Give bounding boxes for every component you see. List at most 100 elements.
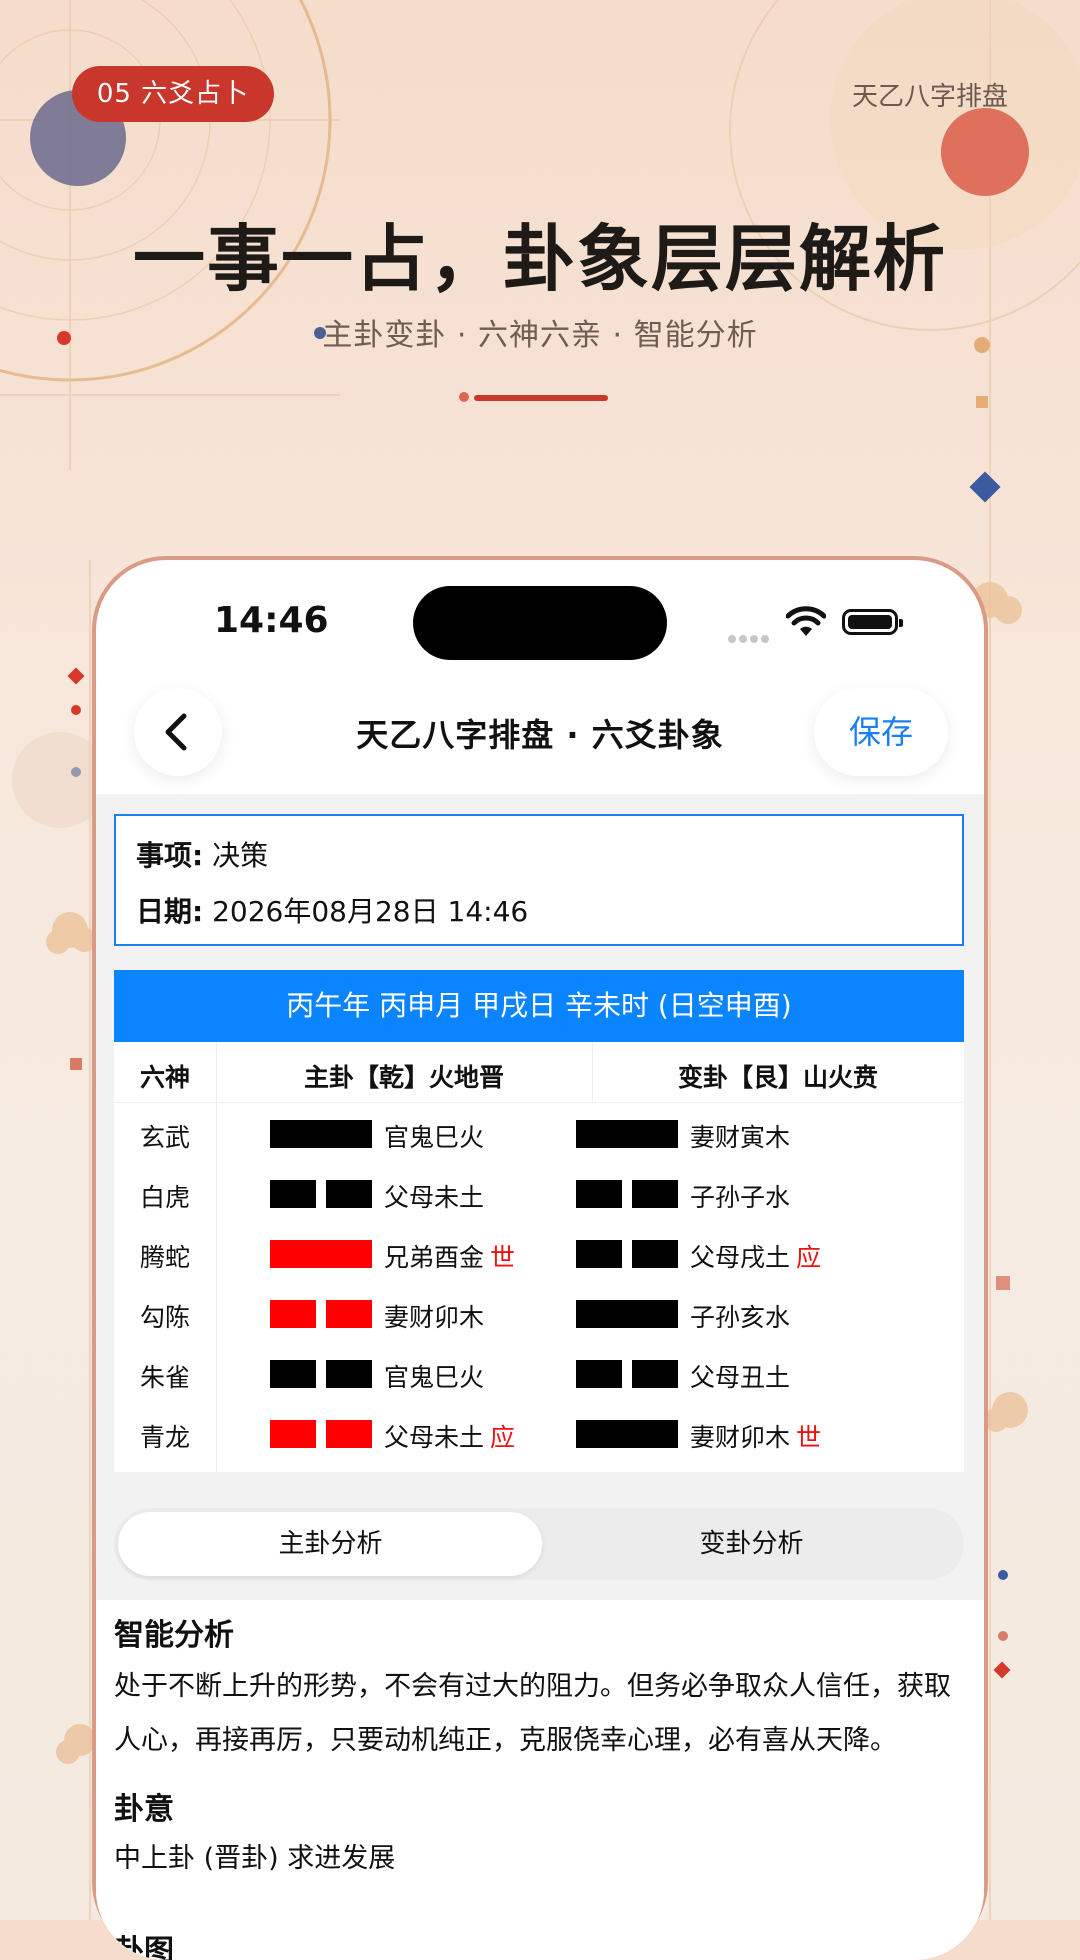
yin-line-segment [270, 1300, 316, 1328]
change-hexagram-liuqin: 妻财寅木 [690, 1123, 791, 1152]
subject-label: 事项: [136, 839, 204, 872]
table-row: 朱雀 官鬼巳火 父母丑土 [114, 1344, 964, 1404]
analysis-content: 智能分析 处于不断上升的形势，不会有过大的阻力。但务必争取众人信任，获取人心，再… [96, 1600, 984, 1960]
change-hexagram-line-label: 父母戌土应 [690, 1238, 821, 1274]
liushen-cell: 青龙 [139, 1423, 190, 1452]
subject-value: 决策 [212, 839, 269, 872]
main-hexagram-line-label: 官鬼巳火 [384, 1358, 484, 1394]
section-tag: 05 六爻占卜 [72, 66, 274, 122]
header-liushen: 六神 [139, 1063, 190, 1092]
change-hexagram-line-label: 妻财寅木 [690, 1118, 790, 1154]
yin-line-segment [326, 1300, 372, 1328]
main-hexagram-liuqin: 妻财卯木 [384, 1303, 485, 1332]
poster-subline: 主卦变卦 · 六神六亲 · 智能分析 [322, 318, 758, 353]
change-hexagram-liuqin: 父母丑土 [690, 1363, 791, 1392]
liushen-cell: 白虎 [139, 1183, 190, 1212]
main-hexagram-liuqin: 兄弟酉金 [384, 1243, 485, 1272]
change-hexagram-liuqin: 父母戌土 [690, 1243, 791, 1272]
header-change-hexagram: 变卦【艮】山火贲 [677, 1063, 878, 1092]
change-hexagram-yang-line [576, 1300, 678, 1328]
yin-line-segment [270, 1420, 316, 1448]
main-hexagram-liuqin: 官鬼巳火 [384, 1123, 485, 1152]
change-hexagram-yang-line [576, 1420, 678, 1448]
change-hexagram-liuqin: 子孙子水 [690, 1183, 791, 1212]
smart-analysis-title: 智能分析 [114, 1618, 234, 1653]
signal-icon [728, 628, 772, 647]
yin-line-segment [576, 1360, 622, 1388]
tab-change-analysis[interactable]: 变卦分析 [539, 1508, 964, 1580]
yin-line-segment [326, 1360, 372, 1388]
main-hexagram-line-label: 官鬼巳火 [384, 1118, 484, 1154]
next-section-title: 卦图 [114, 1934, 174, 1960]
yin-line-segment [576, 1240, 622, 1268]
change-hexagram-yang-line [576, 1120, 678, 1148]
table-row: 青龙 父母未土应 妻财卯木世 [114, 1404, 964, 1464]
change-hexagram-line-label: 妻财卯木世 [690, 1418, 821, 1454]
subject-row: 事项: 决策 [136, 834, 268, 874]
change-hexagram-yin-line [576, 1240, 678, 1268]
meaning-title: 卦意 [114, 1792, 174, 1827]
phone-screen: 14:46 天乙八字排盘 · 六爻卦象 保存 事项: 决策 日期: 2026年0… [96, 560, 984, 1960]
yin-line-segment [632, 1240, 678, 1268]
accent-line [474, 395, 608, 401]
header-main-hexagram: 主卦【乾】火地晋 [303, 1063, 504, 1092]
change-hexagram-line-label: 子孙子水 [690, 1178, 790, 1214]
meaning-text: 中上卦 (晋卦) 求进发展 [114, 1843, 396, 1874]
change-hexagram-liuqin: 妻财卯木 [690, 1423, 791, 1452]
poster-headline: 一事一占，卦象层层解析 [132, 216, 947, 301]
header-divider [114, 1102, 964, 1103]
tab-main-analysis[interactable]: 主卦分析 [118, 1508, 543, 1580]
ying-marker: 应 [796, 1243, 822, 1272]
liushen-cell: 玄武 [139, 1123, 190, 1152]
yin-line-segment [326, 1420, 372, 1448]
main-hexagram-line-label: 父母未土 [384, 1178, 484, 1214]
yin-line-segment [326, 1180, 372, 1208]
dynamic-island [413, 586, 667, 660]
date-row: 日期: 2026年08月28日 14:46 [136, 890, 528, 930]
ganzhi-bar: 丙午年 丙申月 甲戌日 辛未时 (日空申酉) [114, 970, 964, 1042]
change-hexagram-liuqin: 子孙亥水 [690, 1303, 791, 1332]
change-hexagram-line-label: 子孙亥水 [690, 1298, 790, 1334]
date-label: 日期: [136, 895, 204, 928]
table-row: 腾蛇 兄弟酉金世 父母戌土应 [114, 1224, 964, 1284]
change-hexagram-yin-line [576, 1360, 678, 1388]
main-hexagram-liuqin: 父母未土 [384, 1423, 485, 1452]
yin-line-segment [270, 1360, 316, 1388]
hexagram-table: 六神 主卦【乾】火地晋 变卦【艮】山火贲 玄武 官鬼巳火 妻财寅木 白虎 父母未土 子孙子… [114, 1042, 964, 1472]
main-hexagram-yin-line [270, 1180, 372, 1208]
main-hexagram-liuqin: 官鬼巳火 [384, 1363, 485, 1392]
wifi-icon [786, 606, 826, 636]
main-hexagram-line-label: 兄弟酉金世 [384, 1238, 515, 1274]
battery-icon [842, 609, 903, 635]
info-box: 事项: 决策 日期: 2026年08月28日 14:46 [114, 814, 964, 946]
yin-line-segment [576, 1180, 622, 1208]
shi-marker: 世 [796, 1423, 822, 1452]
yin-line-segment [632, 1360, 678, 1388]
analysis-tabs: 主卦分析 变卦分析 [114, 1508, 964, 1580]
change-hexagram-yin-line [576, 1180, 678, 1208]
main-hexagram-yang-line [270, 1120, 372, 1148]
liushen-cell: 朱雀 [139, 1363, 190, 1392]
table-row: 玄武 官鬼巳火 妻财寅木 [114, 1104, 964, 1164]
yin-line-segment [270, 1180, 316, 1208]
smart-analysis-text: 处于不断上升的形势，不会有过大的阻力。但务必争取众人信任，获取人心，再接再厉，只… [114, 1671, 951, 1756]
table-row: 勾陈 妻财卯木 子孙亥水 [114, 1284, 964, 1344]
ying-marker: 应 [490, 1423, 516, 1452]
shi-marker: 世 [490, 1243, 516, 1272]
main-hexagram-line-label: 妻财卯木 [384, 1298, 484, 1334]
main-hexagram-yang-line [270, 1240, 372, 1268]
brand-name: 天乙八字排盘 [851, 82, 1008, 112]
date-value: 2026年08月28日 14:46 [212, 895, 529, 928]
change-hexagram-line-label: 父母丑土 [690, 1358, 790, 1394]
main-hexagram-yin-line [270, 1360, 372, 1388]
accent-dot [459, 392, 469, 402]
main-hexagram-line-label: 父母未土应 [384, 1418, 515, 1454]
status-time: 14:46 [214, 600, 329, 641]
table-row: 白虎 父母未土 子孙子水 [114, 1164, 964, 1224]
main-hexagram-yin-line [270, 1300, 372, 1328]
liushen-cell: 腾蛇 [139, 1243, 190, 1272]
nav-bar: 天乙八字排盘 · 六爻卦象 保存 [96, 680, 984, 784]
save-button[interactable]: 保存 [814, 688, 948, 776]
yin-line-segment [632, 1180, 678, 1208]
main-hexagram-liuqin: 父母未土 [384, 1183, 485, 1212]
